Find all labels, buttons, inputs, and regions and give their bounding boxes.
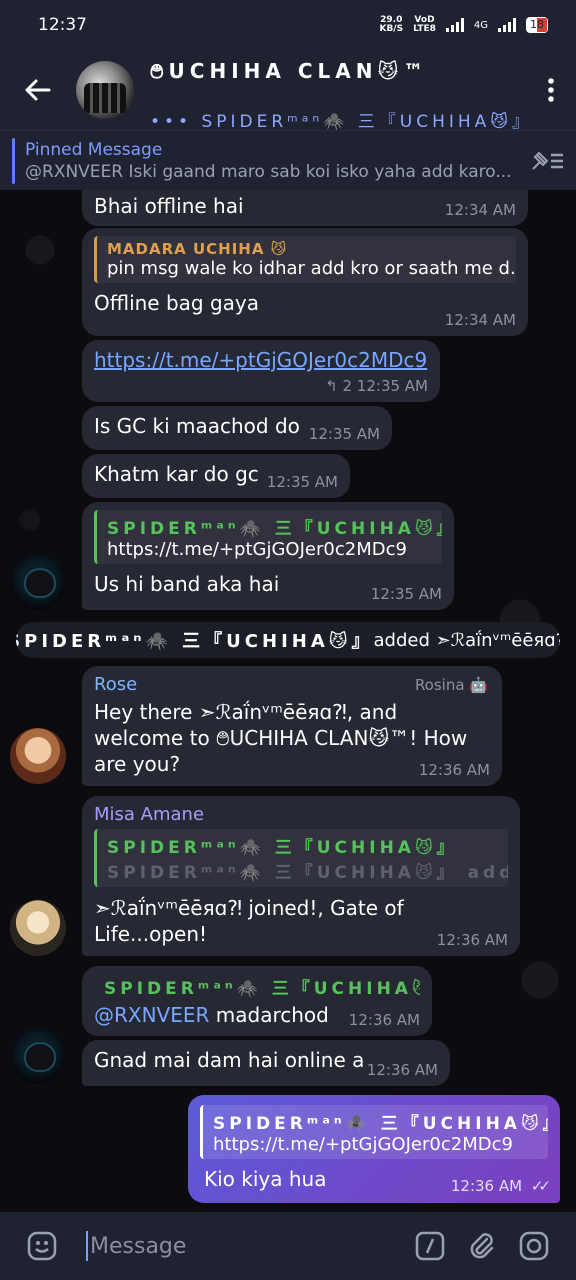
reply-preview[interactable]: SPIDERᵐᵃⁿ🕷️ 三『UCHIHA😼』 (94, 974, 420, 999)
message-bubble[interactable]: Bhai offline hai 12:34 AM (82, 190, 528, 226)
reply-sender: MADARA UCHIHA 😼 (107, 240, 288, 258)
message-bubble[interactable]: https://t.me/+ptGjGOJer0c2MDc9 ↰ 2 12:35… (82, 340, 440, 402)
reply-text: pin msg wale ko idhar add kro or saath m… (107, 258, 516, 279)
message-placeholder: Message (90, 1233, 187, 1259)
message-time: ↰ 2 12:35 AM (325, 377, 428, 395)
message-bubble[interactable]: Gnad mai dam hai online a 12:36 AM (82, 1040, 450, 1086)
text-cursor (86, 1231, 88, 1261)
message-time: 12:36 AM ✓✓ (450, 1177, 551, 1195)
signal-icon-2 (498, 18, 516, 32)
emoji-icon (27, 1231, 57, 1261)
more-button[interactable] (526, 50, 576, 130)
reply-preview[interactable]: MADARA UCHIHA 😼 pin msg wale ko idhar ad… (94, 236, 516, 283)
message-bubble[interactable]: Is GC ki maachod do 12:35 AM (82, 406, 392, 450)
message-time: 12:34 AM (444, 311, 516, 329)
pin-list-icon (532, 151, 563, 170)
reply-preview[interactable]: SPIDERᵐᵃⁿ🕷️ 三『UCHIHA😼』 https://t.me/+ptG… (94, 510, 442, 564)
paperclip-icon (470, 1233, 494, 1259)
network-speed: 29.0 KB/S (379, 16, 403, 34)
message-time: 12:34 AM (444, 201, 516, 219)
lte-label: LTE8 (413, 24, 436, 34)
message-time: 12:36 AM (418, 761, 490, 779)
reply-sender: SPIDERᵐᵃⁿ🕷️ 三『UCHIHA😼』 (107, 838, 458, 858)
message-time: 12:35 AM (308, 425, 380, 443)
pinned-list-button[interactable] (520, 149, 576, 173)
message-text-rest: madarchod (209, 1003, 329, 1027)
pinned-text: @RXNVEER Iski gaand maro sab koi isko ya… (25, 161, 512, 182)
group-avatar[interactable] (76, 61, 134, 119)
message-input[interactable]: Message (86, 1231, 404, 1261)
sender-name[interactable]: Misa Amane (94, 804, 508, 825)
battery-level: 18 (530, 18, 544, 31)
message-bubble[interactable]: MADARA UCHIHA 😼 pin msg wale ko idhar ad… (82, 228, 528, 336)
message-bubble[interactable]: Khatm kar do gc 12:35 AM (82, 454, 350, 498)
slash-command-icon (415, 1231, 445, 1261)
status-icons: 29.0 KB/S VoD LTE8 4G 18 (379, 16, 548, 34)
message-input-bar: Message (0, 1212, 576, 1280)
avatar[interactable] (10, 728, 66, 784)
status-bar: 12:37 29.0 KB/S VoD LTE8 4G 18 (0, 0, 576, 50)
pinned-message[interactable]: Pinned Message @RXNVEER Iski gaand maro … (0, 130, 576, 190)
mention-link[interactable]: @RXNVEER (94, 1003, 209, 1027)
reply-preview[interactable]: SPIDERᵐᵃⁿ🕷️ 三『UCHIHA😼』 SPIDERᵐᵃⁿ🕷️ 三『UCH… (94, 829, 508, 887)
chat-header: ࿉UCHIHA CLAN😼™ ••• SPIDERᵐᵃⁿ🕷️ 三『UCHIHA😼… (0, 49, 576, 132)
reply-preview[interactable]: SPIDERᵐᵃⁿ🕷️ 三『UCHIHA😼』 https://t.me/+ptG… (200, 1105, 548, 1159)
message-time-value: 12:36 AM (450, 1177, 523, 1195)
message-bubble[interactable]: SPIDERᵐᵃⁿ🕷️ 三『UCHIHA😼』 https://t.me/+ptG… (82, 502, 454, 610)
battery-icon: 18 (526, 17, 548, 33)
avatar[interactable] (10, 554, 66, 610)
service-actor[interactable]: SPIDERᵐᵃⁿ🕷️ 三『UCHIHA😼』 (16, 627, 374, 653)
emoji-button[interactable] (16, 1220, 68, 1272)
message-time: 12:35 AM (370, 585, 442, 603)
message-bubble[interactable]: Rose Rosina 🤖 Hey there ➣ℛaḯnᵛᵐēēяɑ⁈, an… (82, 666, 502, 786)
pinned-content: Pinned Message @RXNVEER Iski gaand maro … (25, 140, 520, 182)
service-action: added ➣ℛaḯnᵛᵐēēяɑ⁈ (373, 629, 560, 651)
pinned-indicator (12, 137, 15, 184)
reply-text: SPIDERᵐᵃⁿ🕷️ 三『UCHIHA😼』 adde... (107, 863, 508, 883)
service-message: SPIDERᵐᵃⁿ🕷️ 三『UCHIHA😼』 added ➣ℛaḯnᵛᵐēēяɑ… (16, 622, 560, 658)
group-subtitle: ••• SPIDERᵐᵃⁿ🕷️ 三『UCHIHA😼』 (150, 111, 526, 132)
group-info[interactable]: ࿉UCHIHA CLAN😼™ ••• SPIDERᵐᵃⁿ🕷️ 三『UCHIHA😼… (150, 49, 526, 132)
reply-sender: SPIDERᵐᵃⁿ🕷️ 三『UCHIHA😼』 (107, 519, 442, 539)
reply-sender: SPIDERᵐᵃⁿ🕷️ 三『UCHIHA😼』 (104, 979, 420, 999)
more-vertical-icon (548, 78, 554, 102)
avatar[interactable] (10, 1028, 66, 1084)
volte-indicator: VoD LTE8 (413, 16, 436, 34)
admin-tag: Rosina 🤖 (414, 676, 488, 694)
message-time: 12:36 AM (436, 931, 508, 949)
camera-icon (519, 1231, 549, 1261)
message-link[interactable]: https://t.me/+ptGjGOJer0c2MDc9 (94, 348, 428, 372)
command-button[interactable] (404, 1220, 456, 1272)
status-time: 12:37 (38, 15, 87, 35)
back-arrow-icon (25, 79, 51, 101)
chat-area[interactable]: Bhai offline hai 12:34 AM MADARA UCHIHA … (0, 190, 576, 1212)
signal-icon (445, 18, 464, 32)
avatar[interactable] (10, 900, 66, 956)
message-time: 12:36 AM (348, 1011, 420, 1029)
message-bubble[interactable]: Misa Amane SPIDERᵐᵃⁿ🕷️ 三『UCHIHA😼』 SPIDER… (82, 796, 520, 956)
camera-button[interactable] (508, 1220, 560, 1272)
message-time: 12:36 AM (366, 1061, 438, 1079)
pinned-title: Pinned Message (25, 139, 163, 160)
reply-text: https://t.me/+ptGjGOJer0c2MDc9 (107, 539, 407, 560)
message-bubble[interactable]: SPIDERᵐᵃⁿ🕷️ 三『UCHIHA😼』 @RXNVEER madarcho… (82, 966, 432, 1036)
reply-count: ↰ 2 (325, 377, 353, 395)
message-time-value: 12:35 AM (356, 377, 428, 395)
message-time: 12:35 AM (266, 473, 338, 491)
back-button[interactable] (0, 50, 76, 130)
own-message-bubble[interactable]: SPIDERᵐᵃⁿ🕷️ 三『UCHIHA😼』 https://t.me/+ptG… (188, 1095, 560, 1203)
reply-text: https://t.me/+ptGjGOJer0c2MDc9 (213, 1134, 513, 1155)
group-title: ࿉UCHIHA CLAN😼™ (150, 58, 429, 83)
network-speed-unit: KB/S (379, 24, 404, 34)
reply-sender: SPIDERᵐᵃⁿ🕷️ 三『UCHIHA😼』 (213, 1114, 548, 1134)
network-type: 4G (473, 19, 488, 31)
read-ticks-icon: ✓✓ (530, 1177, 551, 1195)
attach-button[interactable] (456, 1220, 508, 1272)
